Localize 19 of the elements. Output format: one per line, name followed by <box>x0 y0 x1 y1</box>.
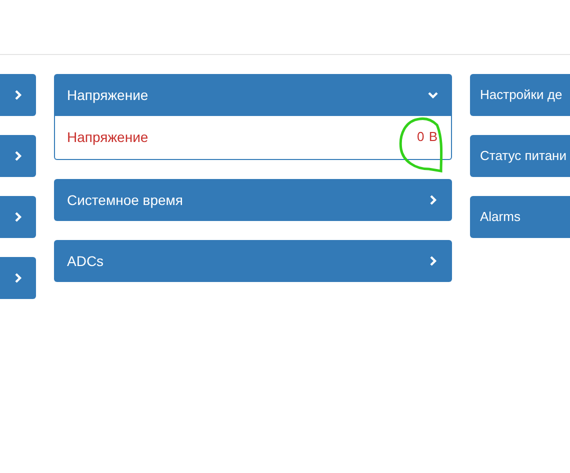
chevron-right-icon <box>428 195 438 205</box>
chevron-down-icon <box>428 90 438 100</box>
row-label: Напряжение <box>67 128 148 147</box>
panel-header[interactable]: Системное время <box>54 179 452 221</box>
expand-button[interactable] <box>0 196 36 238</box>
panel-header[interactable]: ADCs <box>54 240 452 282</box>
chevron-right-icon <box>13 151 23 161</box>
chevron-right-icon <box>13 212 23 222</box>
chevron-right-icon <box>428 256 438 266</box>
panel-header[interactable]: Alarms <box>470 196 570 238</box>
panel-header[interactable]: Напряжение <box>54 74 452 116</box>
panel-header[interactable]: Настройки де <box>470 74 570 116</box>
expand-button[interactable] <box>0 257 36 299</box>
chevron-right-icon <box>13 273 23 283</box>
panel-header[interactable]: Статус питани <box>470 135 570 177</box>
expand-button[interactable] <box>0 74 36 116</box>
expand-button[interactable] <box>0 135 36 177</box>
chevron-right-icon <box>13 90 23 100</box>
row-value: 0 В <box>416 128 438 146</box>
